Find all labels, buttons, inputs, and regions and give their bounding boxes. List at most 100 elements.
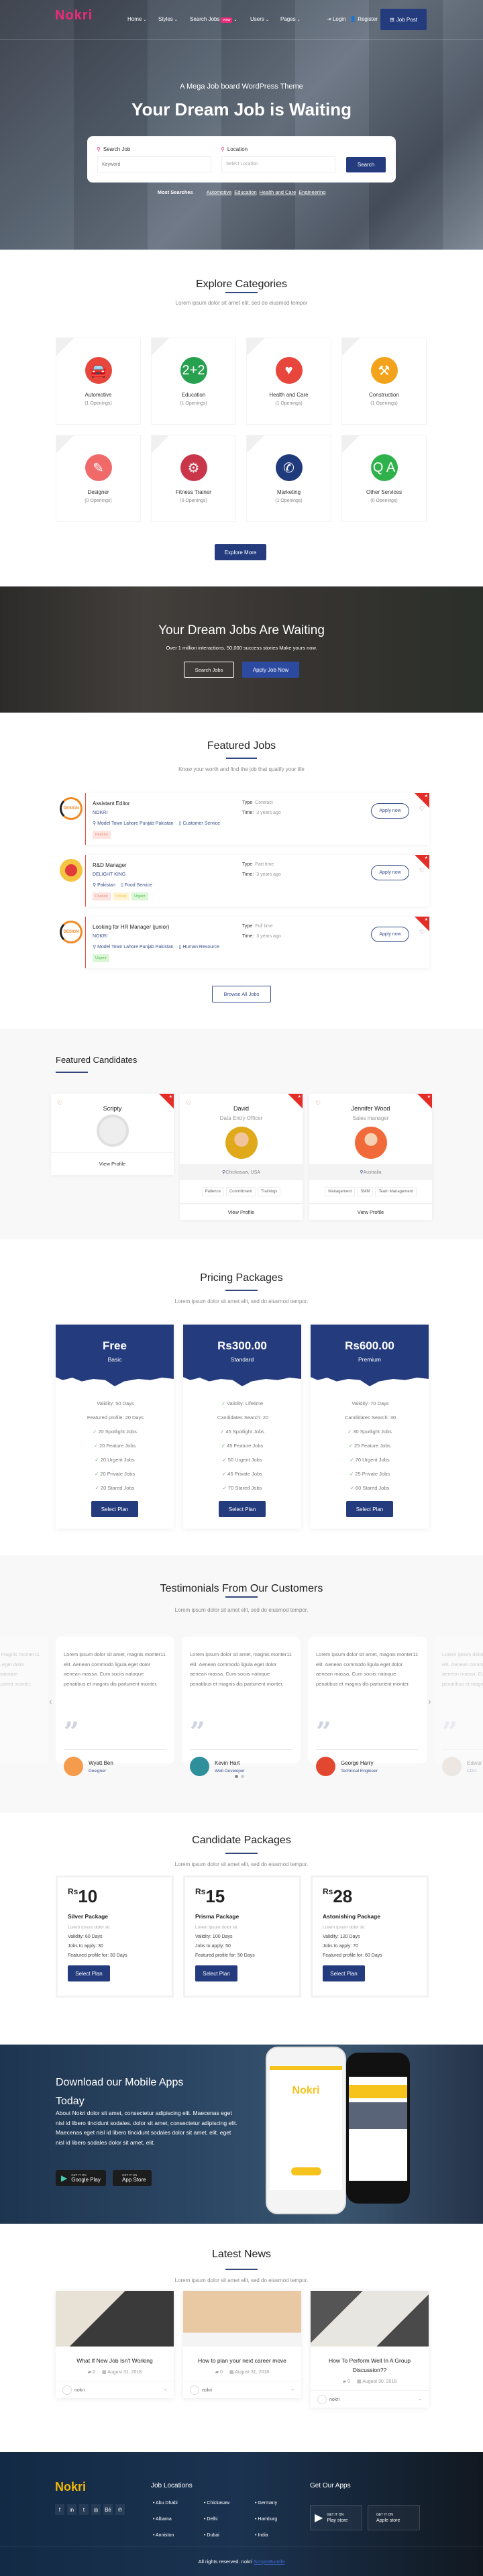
most-search-link[interactable]: Education [234,189,256,195]
select-plan-button[interactable]: Select Plan [346,1501,393,1517]
register-link[interactable]: 👤 Register [350,16,378,22]
apply-job-now-button[interactable]: Apply Job Now [242,662,299,678]
social-icon[interactable]: t [79,2504,89,2515]
news-image[interactable] [311,2291,429,2347]
testimonial-card: Lorem ipsum dolor sit amet, magnis monte… [182,1637,301,1776]
check-icon: ✓ [348,1443,354,1449]
candidate-name[interactable]: Scripty [51,1105,174,1112]
play-store-button[interactable]: ▶ GET IT ON Play store [310,2505,362,2530]
view-profile-button[interactable]: View Profile [309,1204,432,1220]
category-card[interactable]: ⚒ Construction (1 Openings) [341,338,427,425]
category-card[interactable]: 2+2 Education (1 Openings) [151,338,236,425]
search-jobs-button[interactable]: Search Jobs [184,662,234,678]
category-card[interactable]: ✎ Designer (0 Openings) [56,435,141,522]
job-title[interactable]: Assistant Editor [93,801,130,807]
job-title[interactable]: Looking for HR Manager (junior) [93,924,169,930]
category-card[interactable]: ♥ Health and Care (1 Openings) [246,338,331,425]
news-image[interactable] [56,2291,174,2347]
section-title: Testimonials From Our Customers [160,1583,323,1594]
category-card[interactable]: ✆ Marketing (1 Openings) [246,435,331,522]
job-title[interactable]: R&D Manager [93,862,127,868]
company-name[interactable]: NOKRI [93,811,107,815]
select-plan-button[interactable]: Select Plan [91,1501,138,1517]
carousel-dot[interactable] [235,1775,238,1778]
testimonial-card: Lorem ipsum dolor sit amet, magnis monte… [56,1637,174,1776]
category-card[interactable]: Q A Other Services (0 Openings) [341,435,427,522]
news-image[interactable] [183,2291,301,2347]
candidate-name[interactable]: Jennifer Wood [309,1105,432,1112]
heart-icon[interactable]: ♡ [315,1100,321,1107]
nav-search-jobs[interactable]: Search Jobs wow ⌄ [190,16,237,23]
social-icon[interactable]: ℗ [115,2504,125,2515]
title-underline [56,1072,88,1073]
heart-icon[interactable]: ♡ [186,1100,191,1107]
job-locations-title: Job Locations [151,2482,193,2489]
social-icon[interactable]: Bē [103,2504,113,2515]
candidate-name[interactable]: David [180,1105,303,1112]
news-title[interactable]: What If New Job Isn't Working [56,2356,174,2365]
apply-now-button[interactable]: Apply now [371,865,409,880]
apply-now-button[interactable]: Apply now [371,927,409,942]
view-profile-button[interactable]: View Profile [180,1204,303,1220]
carousel-next-arrow[interactable]: › [428,1696,431,1706]
arrow-right-icon[interactable]: → [290,2387,294,2392]
arrow-right-icon[interactable]: → [162,2387,167,2392]
footer-logo[interactable]: Nokri [55,2480,86,2494]
most-search-link[interactable]: Engineering [299,189,325,195]
category-card[interactable]: ⚙ Fitness Trainer (0 Openings) [151,435,236,522]
location-link[interactable]: • India [255,2533,306,2538]
section-subtitle: Lorem ipsum dolor sit amet elit, sed do … [174,1861,309,1867]
nav-home[interactable]: Home ⌄ [127,16,146,22]
arrow-right-icon[interactable]: → [417,2397,422,2402]
social-icon[interactable]: in [67,2504,76,2515]
most-search-link[interactable]: Automotive [207,189,232,195]
browse-all-jobs-button[interactable]: Browse All Jobs [212,986,271,1002]
category-count: (1 Openings) [180,401,207,406]
scriptsbundle-link[interactable]: ScriptsBundle [254,2559,284,2565]
most-search-link[interactable]: Health and Care [260,189,297,195]
news-title[interactable]: How to plan your next career move [183,2356,301,2365]
category-count: (1 Openings) [275,401,303,406]
category-card[interactable]: 🚘 Automotive (1 Openings) [56,338,141,425]
location-link[interactable]: • Dubai [204,2533,255,2538]
company-logo[interactable]: DESIGN [60,797,83,820]
search-button[interactable]: Search [346,157,386,172]
location-link[interactable]: • Abu Dhabi [153,2501,204,2506]
social-icon[interactable]: f [55,2504,64,2515]
location-link[interactable]: • Germany [255,2501,306,2506]
job-post-button[interactable]: ⊞ Job Post [380,9,427,30]
location-link[interactable]: • Delhi [204,2517,255,2522]
carousel-dot[interactable] [241,1775,244,1778]
location-link[interactable]: • Albama [153,2517,204,2522]
apply-now-button[interactable]: Apply now [371,803,409,819]
company-name[interactable]: DELIGHT KING [93,872,125,877]
location-select[interactable]: Select Location [221,156,335,172]
logo[interactable]: Nokri [55,8,93,23]
news-title[interactable]: How To Perform Well In A Group Discussio… [311,2356,429,2375]
job-category: Customer Service [182,821,221,826]
login-link[interactable]: ⇥ Login [327,16,346,22]
nav-pages[interactable]: Pages ⌄ [280,16,301,22]
nav-users[interactable]: Users ⌄ [250,16,269,22]
select-plan-button[interactable]: Select Plan [195,1965,237,1981]
carousel-prev-arrow[interactable]: ‹ [49,1696,52,1706]
view-profile-button[interactable]: View Profile [51,1152,174,1175]
location-link[interactable]: • Chickasaw [204,2501,255,2506]
select-plan-button[interactable]: Select Plan [68,1965,110,1981]
select-plan-button[interactable]: Select Plan [219,1501,266,1517]
location-link[interactable]: • Hamburg [255,2517,306,2522]
author-name: nokri [202,2387,213,2393]
google-play-button[interactable]: ▶ GET IT ON Google Play [56,2170,106,2186]
company-name[interactable]: NOKRI [93,934,107,939]
heart-icon[interactable]: ♡ [57,1100,62,1107]
company-logo[interactable]: DESIGN [60,921,83,943]
select-plan-button[interactable]: Select Plan [323,1965,365,1981]
company-logo[interactable] [60,859,83,882]
nav-styles[interactable]: Styles ⌄ [158,16,178,22]
location-link[interactable]: • Anniston [153,2533,204,2538]
social-icon[interactable]: ◎ [91,2504,101,2515]
apple-store-button[interactable]: GET IT ON Apple store [368,2505,420,2530]
app-store-button[interactable]: GET IT ON App Store [113,2170,152,2186]
explore-more-button[interactable]: Explore More [215,544,266,560]
keyword-input[interactable] [97,156,211,172]
